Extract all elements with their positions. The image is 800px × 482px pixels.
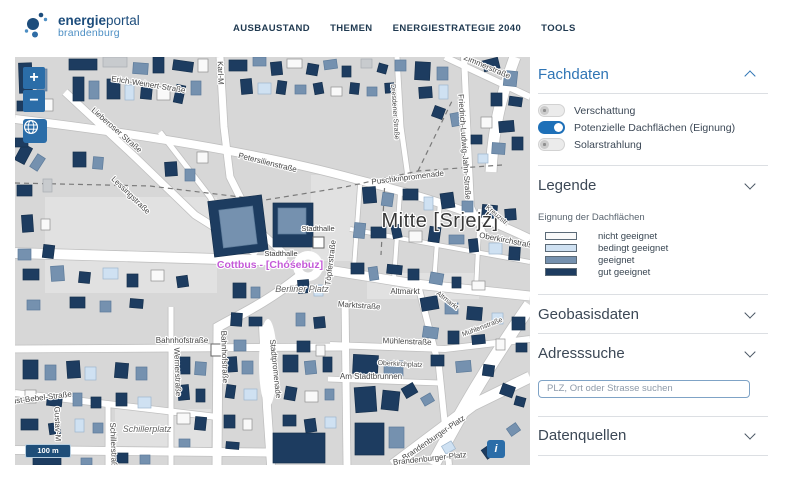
nav-item-tools[interactable]: TOOLS [541, 23, 576, 34]
map-label-street: Gustav-M [52, 406, 62, 441]
divider [538, 165, 768, 166]
chevron-down-icon [744, 428, 755, 439]
globe-icon [23, 119, 39, 135]
chevron-down-icon [744, 346, 755, 357]
toggle-knob [540, 106, 549, 115]
divider [538, 416, 768, 417]
chevron-up-icon [744, 70, 755, 81]
energieportal-page: energieportal brandenburg AUSBAUSTAND THE… [0, 0, 800, 482]
address-search-input[interactable] [538, 380, 750, 398]
legend-heading: Eignung der Dachflächen [538, 212, 768, 223]
legend-label: geeignet [598, 255, 634, 266]
legend-swatch [545, 268, 577, 276]
section-title: Legende [538, 177, 596, 194]
layer-toggle-list: Verschattung Potenzielle Dachflächen (Eig… [538, 96, 768, 163]
map-label-street: Bahnhofstraße [219, 331, 230, 384]
toggle-switch-off[interactable] [538, 138, 565, 151]
divider [538, 333, 768, 334]
section-title: Datenquellen [538, 427, 626, 444]
map-label-district: Mitte [Srjejź] [381, 210, 498, 232]
layer-toggle-row: Verschattung [538, 102, 768, 119]
nav-item-themen[interactable]: THEMEN [330, 23, 373, 34]
section-header-geobasisdaten[interactable]: Geobasisdaten [538, 297, 768, 331]
legend-row: gut geeignet [538, 266, 768, 278]
nav-item-ausbaustand[interactable]: AUSBAUSTAND [233, 23, 310, 34]
scale-bar: 100 m [25, 444, 71, 458]
legend-row: bedingt geeignet [538, 242, 768, 254]
layer-toggle-row: Solarstrahlung [538, 136, 768, 153]
map-label-place: Berliner Platz [275, 284, 329, 294]
map-container[interactable]: Erich-Weinert-StraßeLieberoser StraßeLes… [15, 57, 530, 465]
toggle-label: Potenzielle Dachflächen (Eignung) [574, 122, 735, 134]
legend-swatch [545, 256, 577, 264]
map-label-street: Schillerstraße [108, 422, 119, 465]
legend-rows: nicht geeignetbedingt geeignetgeeignetgu… [538, 230, 768, 278]
map-label-street: Bahnhofstraße [156, 336, 209, 345]
section-header-adresssuche[interactable]: Adresssuche [538, 336, 768, 370]
chevron-down-icon [744, 178, 755, 189]
section-header-datenquellen[interactable]: Datenquellen [538, 419, 768, 453]
toggle-knob [554, 123, 563, 132]
layer-toggle-row: Potenzielle Dachflächen (Eignung) [538, 119, 768, 136]
divider [538, 93, 768, 94]
nav-item-energiestrategie-2040[interactable]: ENERGIESTRATEGIE 2040 [393, 23, 522, 34]
zoom-in-button[interactable]: + [23, 67, 45, 89]
address-search [538, 370, 768, 414]
logo-subtitle: brandenburg [58, 28, 140, 39]
map-label-city: Cottbus - [Chóśebuz] [217, 259, 323, 271]
section-title: Adresssuche [538, 345, 625, 362]
app-header: energieportal brandenburg AUSBAUSTAND THE… [0, 0, 800, 57]
legend-swatch [545, 244, 577, 252]
legend-label: nicht geeignet [598, 231, 657, 242]
map-label-street: Altmarkt [390, 287, 420, 296]
section-header-fachdaten[interactable]: Fachdaten [538, 57, 768, 91]
section-title: Fachdaten [538, 66, 609, 83]
legend-label: bedingt geeignet [598, 243, 668, 254]
toggle-switch-off[interactable] [538, 104, 565, 117]
sidebar: Fachdaten Verschattung Potenzielle Dachfl… [538, 57, 768, 458]
toggle-label: Solarstrahlung [574, 139, 642, 151]
chevron-down-icon [744, 307, 755, 318]
info-button[interactable]: i [487, 440, 505, 458]
globe-button[interactable] [23, 119, 47, 143]
legend-swatch [545, 232, 577, 240]
divider [538, 294, 768, 295]
zoom-out-button[interactable]: − [23, 90, 45, 112]
app-logo[interactable]: energieportal brandenburg [24, 10, 140, 40]
logo-title-bold: energie [58, 13, 106, 28]
legend-label: gut geeignet [598, 267, 650, 278]
map-label-street: Wernerstraße [172, 347, 183, 397]
map-canvas[interactable]: Erich-Weinert-StraßeLieberoser StraßeLes… [15, 57, 530, 465]
toggle-switch-on[interactable] [538, 121, 565, 134]
map-label-poi: Stadthalle [301, 224, 334, 233]
logo-title-light: portal [106, 13, 140, 28]
map-label-poi: Stadthalle [264, 249, 297, 258]
logo-text: energieportal brandenburg [58, 10, 140, 40]
map-label-street: Karl-M [216, 61, 226, 85]
toggle-label: Verschattung [574, 105, 635, 117]
divider [538, 455, 768, 456]
logo-dots-icon [24, 10, 50, 40]
section-title: Geobasisdaten [538, 306, 639, 323]
section-header-legende[interactable]: Legende [538, 168, 768, 202]
legend-row: nicht geeignet [538, 230, 768, 242]
map-label-street: Mühlenstraße [382, 336, 432, 347]
main-nav: AUSBAUSTAND THEMEN ENERGIESTRATEGIE 2040 TO… [233, 0, 576, 57]
map-label-street: Am Stadtbrunnen [340, 372, 402, 381]
toggle-knob [540, 140, 549, 149]
legend-block: Eignung der Dachflächen nicht geeignetbe… [538, 202, 768, 292]
map-label-place: Schillerplatz [123, 424, 172, 434]
legend-row: geeignet [538, 254, 768, 266]
